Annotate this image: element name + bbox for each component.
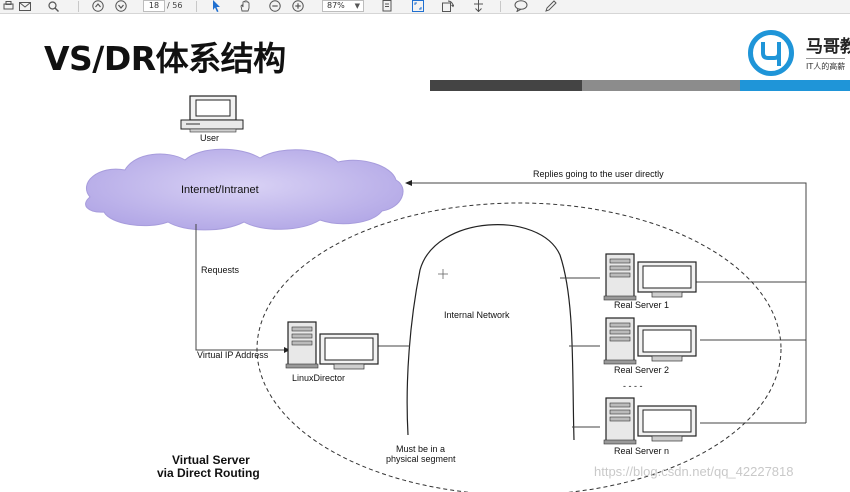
segment-note-line1: Must be in a — [396, 444, 445, 454]
watermark: https://blog.csdn.net/qq_42227818 — [594, 464, 794, 479]
linux-director-label: LinuxDirector — [292, 373, 345, 383]
real-server-1-label: Real Server 1 — [614, 300, 669, 310]
real-server-2-icon — [603, 317, 697, 365]
caption-line2: via Direct Routing — [157, 466, 260, 480]
user-computer-icon — [180, 95, 244, 133]
requests-label: Requests — [201, 265, 240, 275]
internal-network-label: Internal Network — [444, 310, 510, 320]
caption-line1: Virtual Server — [172, 453, 250, 467]
linux-director-computer-icon — [285, 321, 379, 370]
real-server-n-label: Real Server n — [614, 446, 669, 456]
cloud-label: Internet/Intranet — [181, 184, 259, 196]
segment-note-line2: physical segment — [386, 454, 456, 464]
crosshair-cursor-icon — [438, 269, 448, 279]
vsdr-diagram: User Internet/Intranet Requests Virtual … — [85, 95, 807, 492]
real-server-n-icon — [603, 397, 697, 445]
real-server-1-icon — [603, 253, 697, 301]
servers-ellipsis: - - - - — [623, 381, 643, 391]
internal-network-shape — [406, 224, 575, 441]
user-label: User — [200, 133, 219, 143]
replies-label: Replies going to the user directly — [533, 169, 664, 179]
real-server-2-label: Real Server 2 — [614, 365, 669, 375]
